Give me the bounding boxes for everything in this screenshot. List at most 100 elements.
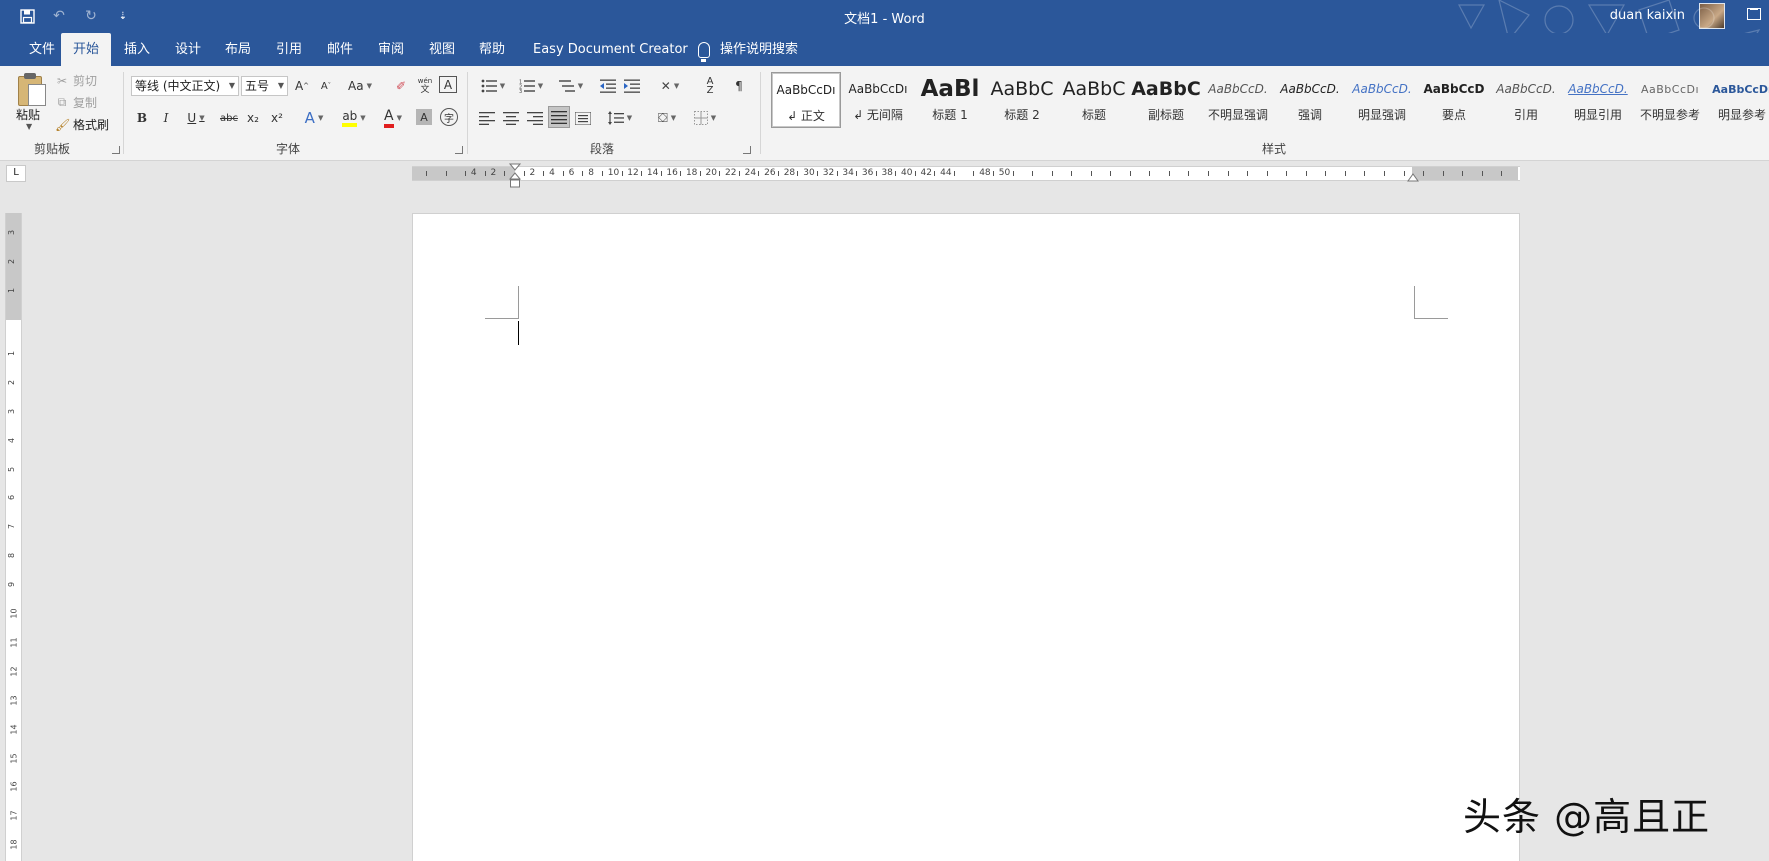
tab-design[interactable]: 设计	[163, 33, 213, 66]
clear-format-icon[interactable]: ✐	[392, 76, 410, 96]
scissors-icon: ✂	[56, 73, 68, 88]
shrink-font-button[interactable]: Aˇ	[318, 76, 334, 96]
subscript-button[interactable]: x₂	[244, 108, 262, 128]
style-normal[interactable]: AaBbCcDı ↲ 正文	[771, 72, 841, 128]
paste-dropdown-icon[interactable]: ▼	[26, 122, 32, 131]
lightbulb-icon	[698, 41, 710, 62]
font-launcher-icon[interactable]	[455, 146, 463, 154]
ruler-minor-tick	[1305, 171, 1307, 176]
style-strong[interactable]: AaBbCcD 要点	[1419, 72, 1489, 128]
font-name-box[interactable]: 等线 (中文正文) ▼	[131, 76, 239, 96]
tab-layout[interactable]: 布局	[213, 33, 263, 66]
bold-button[interactable]: B	[134, 108, 150, 128]
style-no-spacing[interactable]: AaBbCcDı ↲ 无间隔	[843, 72, 913, 128]
tab-help[interactable]: 帮助	[467, 33, 517, 66]
show-marks-icon[interactable]: ¶	[731, 76, 747, 96]
style-subtle-emphasis[interactable]: AaBbCcD. 不明显强调	[1203, 72, 1273, 128]
paragraph-launcher-icon[interactable]	[743, 146, 751, 154]
char-shading-button[interactable]: A	[416, 109, 432, 125]
ruler-tick-label: 22	[725, 168, 737, 178]
style-subtitle[interactable]: AaBbC 副标题	[1131, 72, 1201, 128]
cut-button[interactable]: ✂ 剪切	[55, 72, 97, 89]
ruler-minor-tick	[738, 171, 740, 176]
ruler-minor-tick	[1325, 171, 1327, 176]
style-intense-emphasis[interactable]: AaBbCcD. 明显强调	[1347, 72, 1417, 128]
style-intense-reference[interactable]: AaBbCcDı 明显参考	[1707, 72, 1769, 128]
numbering-button[interactable]: 1 2 3 ▼	[516, 76, 546, 96]
group-separator	[123, 72, 124, 154]
italic-button[interactable]: I	[158, 108, 174, 128]
ruler-minor-tick	[1071, 171, 1073, 176]
paste-icon[interactable]	[16, 72, 48, 108]
tab-file[interactable]: 文件	[17, 33, 67, 66]
tab-references[interactable]: 引用	[264, 33, 314, 66]
ruler-minor-tick	[660, 171, 662, 176]
ribbon-tabs: 文件 开始 插入 设计 布局 引用 邮件 审阅 视图 帮助 Easy Docum…	[0, 33, 1769, 66]
underline-button[interactable]: U ▼	[182, 108, 210, 128]
borders-button[interactable]: ▼	[690, 108, 720, 128]
ruler-minor-tick	[484, 171, 486, 176]
decrease-indent-icon[interactable]	[599, 76, 617, 96]
tab-insert[interactable]: 插入	[112, 33, 162, 66]
style-heading-1[interactable]: AaBl 标题 1	[915, 72, 985, 128]
phonetic-guide-button[interactable]: wén 文	[416, 76, 434, 96]
tab-home[interactable]: 开始	[61, 33, 112, 66]
bullets-button[interactable]: ▼	[478, 76, 508, 96]
style-heading-2[interactable]: AaBbC 标题 2	[987, 72, 1057, 128]
font-color-button[interactable]: A ▼	[378, 108, 408, 128]
ruler-tick-label: 3	[7, 229, 17, 236]
ruler-tick-label: 11	[9, 637, 19, 648]
ruler-minor-tick	[895, 171, 897, 176]
ruler-minor-tick	[1266, 171, 1268, 176]
style-intense-quote[interactable]: AaBbCcD. 明显引用	[1563, 72, 1633, 128]
horizontal-ruler[interactable]: 4 2 2 4 6 8 10 12 14 16 18 20 22 24 26 28 30 32 34 36 38 40 42…	[412, 166, 1520, 181]
enclose-char-button[interactable]: 字	[440, 108, 458, 126]
paste-button[interactable]: 粘贴	[16, 106, 40, 123]
paragraph-group-label: 段落	[590, 142, 615, 156]
ruler-minor-tick	[1208, 171, 1209, 176]
right-indent-marker-icon[interactable]	[1407, 172, 1419, 182]
strikethrough-button[interactable]: abc	[219, 108, 239, 128]
ruler-tick-label: 5	[7, 466, 17, 472]
align-right-icon[interactable]	[526, 108, 544, 128]
asian-layout-button[interactable]: ✕ ▼	[655, 76, 685, 96]
tab-review[interactable]: 审阅	[366, 33, 416, 66]
style-quote[interactable]: AaBbCcD. 引用	[1491, 72, 1561, 128]
ruler-tick-label: 44	[940, 168, 952, 178]
font-size-box[interactable]: 五号 ▼	[241, 76, 288, 96]
multilevel-list-icon	[558, 80, 575, 92]
style-title[interactable]: AaBbC 标题	[1059, 72, 1129, 128]
ruler-minor-tick	[797, 171, 799, 176]
ruler-minor-tick	[1383, 171, 1385, 176]
vertical-ruler[interactable]: 3 2 1 1 2 3 4 5 6 7 8 9 10 11 12 13 14 15 16 17 18	[5, 213, 22, 861]
document-page[interactable]	[412, 213, 1520, 861]
highlighter-icon: ab	[342, 109, 358, 127]
increase-indent-icon[interactable]	[623, 76, 641, 96]
distributed-icon[interactable]	[574, 108, 592, 128]
sort-button[interactable]: AZ	[701, 76, 719, 96]
format-painter-button[interactable]: 🖌 格式刷	[55, 116, 109, 133]
crop-mark-top-right	[1414, 286, 1448, 319]
grow-font-button[interactable]: A ^	[294, 76, 310, 96]
shading-button[interactable]: ⛋ ▼	[652, 108, 682, 128]
superscript-button[interactable]: x²	[268, 108, 286, 128]
text-effects-button[interactable]: A ▼	[299, 108, 329, 128]
clipboard-launcher-icon[interactable]	[112, 146, 120, 154]
char-border-button[interactable]: A	[439, 76, 457, 93]
align-left-icon[interactable]	[478, 108, 496, 128]
style-subtle-reference[interactable]: AaBbCcDı 不明显参考	[1635, 72, 1705, 128]
tab-mailings[interactable]: 邮件	[315, 33, 365, 66]
multilevel-list-button[interactable]: ▼	[556, 76, 586, 96]
tab-easy-document-creator[interactable]: Easy Document Creator	[521, 33, 700, 66]
style-emphasis[interactable]: AaBbCcD. 强调	[1275, 72, 1345, 128]
tell-me-search[interactable]: 操作说明搜索	[698, 33, 798, 66]
line-spacing-button[interactable]: ▼	[605, 108, 635, 128]
tab-view[interactable]: 视图	[417, 33, 467, 66]
change-case-button[interactable]: Aa ▼	[346, 76, 374, 96]
copy-button[interactable]: ⧉ 复制	[55, 94, 97, 111]
indent-marker-icon[interactable]	[509, 163, 521, 191]
justify-icon[interactable]	[548, 106, 570, 128]
highlight-color-button[interactable]: ab ▼	[337, 108, 371, 128]
tab-selector[interactable]: L	[6, 165, 26, 182]
align-center-icon[interactable]	[502, 108, 520, 128]
